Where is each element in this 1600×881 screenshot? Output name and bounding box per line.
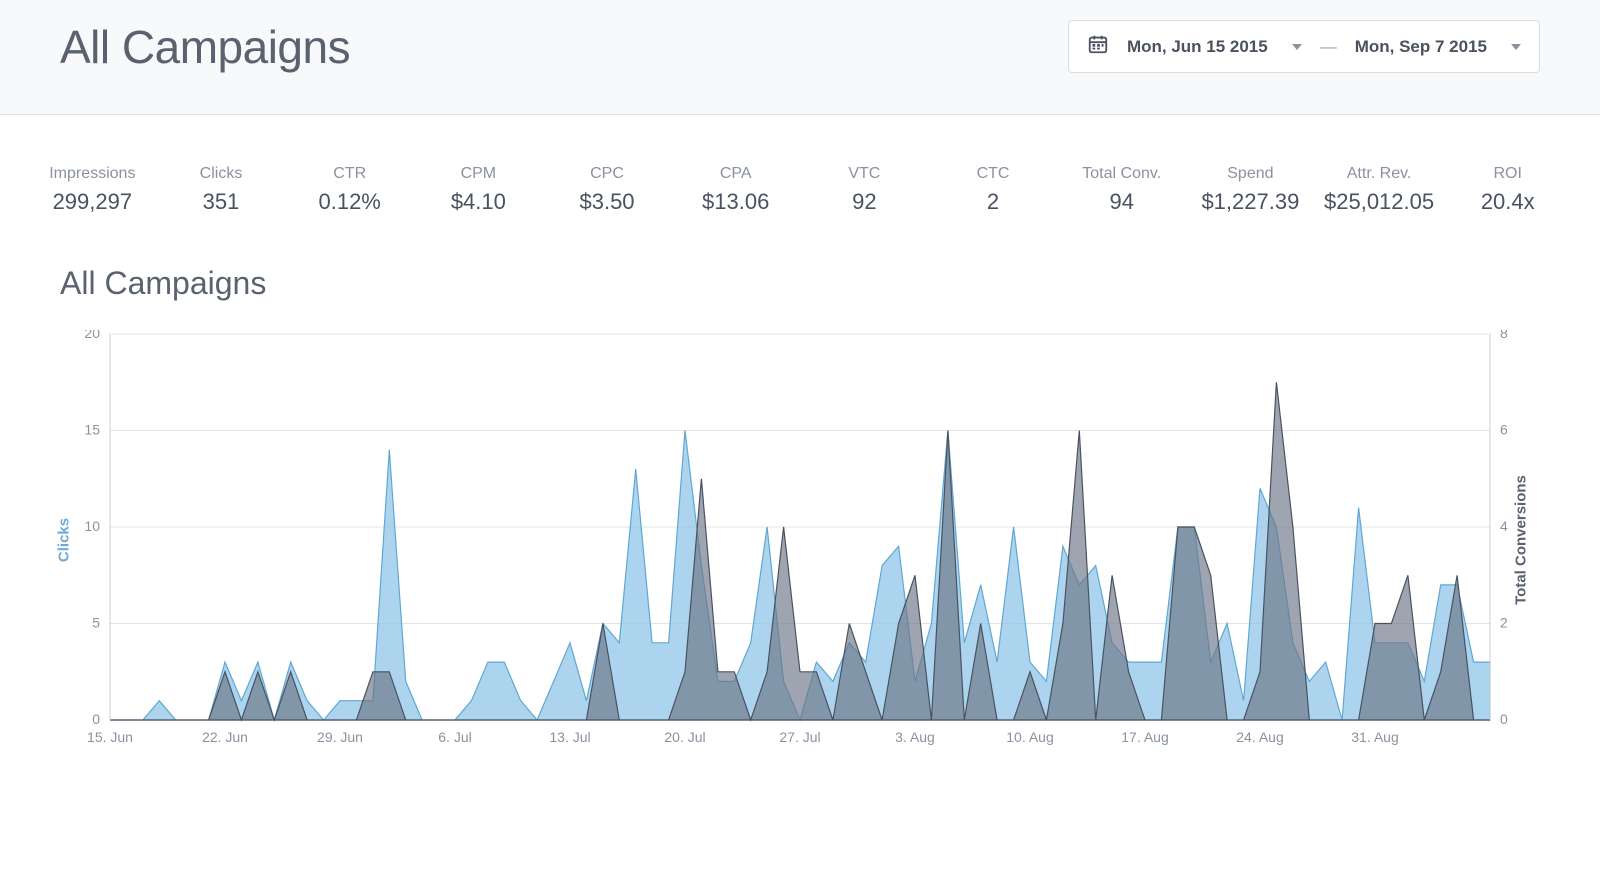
y-left-axis-label: Clicks: [56, 518, 73, 562]
stat-value: 2: [931, 189, 1056, 215]
chart-title: All Campaigns: [60, 265, 1540, 302]
stat-total-conv-: Total Conv. 94: [1059, 165, 1184, 215]
stat-label: CTR: [287, 165, 412, 183]
svg-text:2: 2: [1500, 615, 1508, 631]
y-right-axis-label: Total Conversions: [1513, 475, 1530, 605]
stat-impressions: Impressions 299,297: [30, 165, 155, 215]
stat-label: CPM: [416, 165, 541, 183]
stat-label: Attr. Rev.: [1317, 165, 1442, 183]
svg-text:20. Jul: 20. Jul: [664, 729, 705, 745]
chevron-down-icon: [1292, 44, 1302, 50]
stat-value: 94: [1059, 189, 1184, 215]
svg-text:6. Jul: 6. Jul: [438, 729, 471, 745]
stat-clicks: Clicks 351: [159, 165, 284, 215]
svg-text:8: 8: [1500, 330, 1508, 341]
svg-text:4: 4: [1500, 518, 1508, 534]
svg-text:10. Aug: 10. Aug: [1006, 729, 1054, 745]
svg-text:15. Jun: 15. Jun: [87, 729, 133, 745]
svg-text:0: 0: [92, 711, 100, 727]
stat-value: $1,227.39: [1188, 189, 1313, 215]
stat-label: Total Conv.: [1059, 165, 1184, 183]
stat-value: $3.50: [545, 189, 670, 215]
svg-text:27. Jul: 27. Jul: [779, 729, 820, 745]
stat-vtc: VTC 92: [802, 165, 927, 215]
stat-value: 351: [159, 189, 284, 215]
svg-text:31. Aug: 31. Aug: [1351, 729, 1399, 745]
svg-text:6: 6: [1500, 422, 1508, 438]
svg-text:20: 20: [84, 330, 100, 341]
chevron-down-icon: [1511, 44, 1521, 50]
stat-attr-rev-: Attr. Rev. $25,012.05: [1317, 165, 1442, 215]
chart: Clicks Total Conversions 051015200246815…: [60, 330, 1540, 750]
calendar-icon: [1087, 33, 1109, 60]
date-range-picker[interactable]: Mon, Jun 15 2015 — Mon, Sep 7 2015: [1068, 20, 1540, 73]
stat-spend: Spend $1,227.39: [1188, 165, 1313, 215]
svg-text:13. Jul: 13. Jul: [549, 729, 590, 745]
stat-value: 299,297: [30, 189, 155, 215]
svg-text:24. Aug: 24. Aug: [1236, 729, 1284, 745]
date-separator: —: [1320, 37, 1337, 57]
stat-label: ROI: [1445, 165, 1570, 183]
svg-text:5: 5: [92, 615, 100, 631]
stat-value: 20.4x: [1445, 189, 1570, 215]
stat-label: CPC: [545, 165, 670, 183]
stat-cpm: CPM $4.10: [416, 165, 541, 215]
svg-text:17. Aug: 17. Aug: [1121, 729, 1169, 745]
svg-text:22. Jun: 22. Jun: [202, 729, 248, 745]
svg-text:3. Aug: 3. Aug: [895, 729, 935, 745]
stat-value: $13.06: [673, 189, 798, 215]
svg-text:29. Jun: 29. Jun: [317, 729, 363, 745]
stat-label: Clicks: [159, 165, 284, 183]
stat-roi: ROI 20.4x: [1445, 165, 1570, 215]
date-from[interactable]: Mon, Jun 15 2015: [1127, 37, 1268, 57]
stat-value: 92: [802, 189, 927, 215]
svg-text:15: 15: [84, 422, 100, 438]
svg-text:0: 0: [1500, 711, 1508, 727]
stat-label: CPA: [673, 165, 798, 183]
stat-label: Spend: [1188, 165, 1313, 183]
stat-label: CTC: [931, 165, 1056, 183]
stat-ctc: CTC 2: [931, 165, 1056, 215]
svg-text:10: 10: [84, 518, 100, 534]
stat-value: $4.10: [416, 189, 541, 215]
stats-row: Impressions 299,297Clicks 351CTR 0.12%CPM $4…: [0, 115, 1600, 235]
stat-cpc: CPC $3.50: [545, 165, 670, 215]
stat-label: Impressions: [30, 165, 155, 183]
page-title: All Campaigns: [60, 20, 350, 74]
stat-ctr: CTR 0.12%: [287, 165, 412, 215]
stat-value: $25,012.05: [1317, 189, 1442, 215]
stat-cpa: CPA $13.06: [673, 165, 798, 215]
date-to[interactable]: Mon, Sep 7 2015: [1355, 37, 1487, 57]
stat-label: VTC: [802, 165, 927, 183]
stat-value: 0.12%: [287, 189, 412, 215]
